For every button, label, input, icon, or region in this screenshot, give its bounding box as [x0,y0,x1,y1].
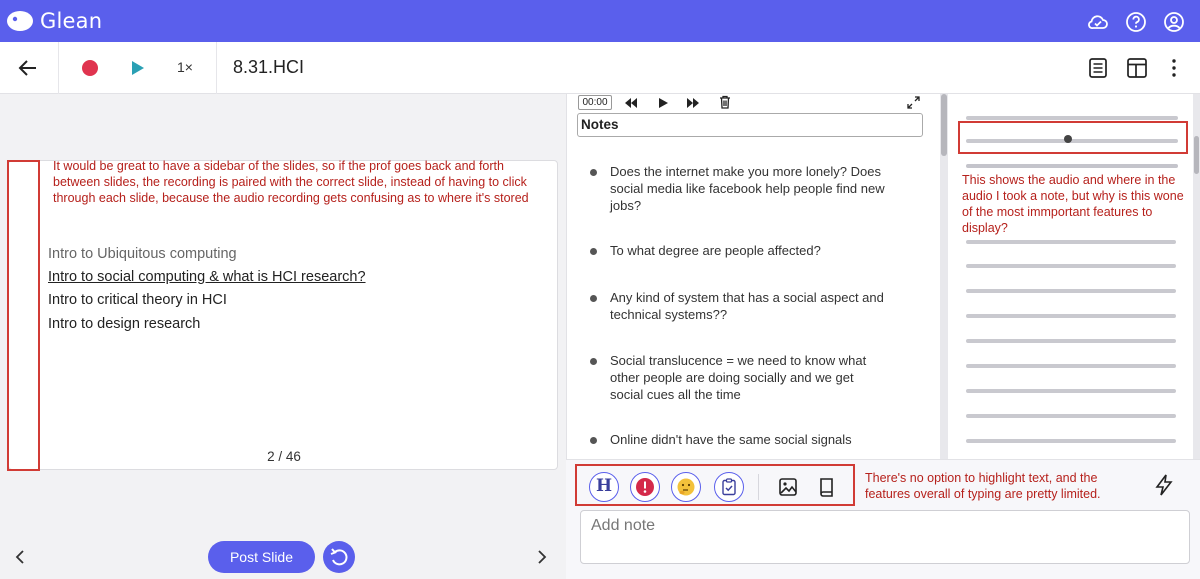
player-play-icon[interactable] [657,96,669,114]
bullet-icon [590,437,597,444]
notes-pane [566,94,940,459]
cloud-sync-icon[interactable] [1087,11,1109,33]
account-icon[interactable] [1163,11,1185,33]
notes-scrollbar-thumb[interactable] [941,94,947,156]
bullet-icon [590,248,597,255]
more-options-icon[interactable] [1166,57,1182,84]
note-text: Any kind of system that has a social asp… [610,290,884,322]
slide-sidebar-annotation: It would be great to have a sidebar of t… [53,159,529,205]
waveform-row[interactable] [966,314,1176,318]
waveform-row[interactable] [966,414,1176,418]
prev-slide-icon[interactable] [14,549,26,570]
waveform-row[interactable] [966,116,1178,120]
waveform-row[interactable] [966,364,1176,368]
expand-icon[interactable] [907,96,920,114]
back-arrow-icon[interactable] [17,57,39,84]
bullet-icon [590,169,597,176]
image-icon[interactable] [778,477,798,502]
slide-line: Intro to design research [48,316,201,332]
note-item[interactable]: Does the internet make you more lonely? … [590,163,890,214]
note-item[interactable]: Social translucence = we need to know wh… [590,352,890,403]
waveform-row[interactable] [966,339,1176,343]
slide-counter: 2 / 46 [267,449,301,464]
clipboard-check-icon [722,478,736,496]
slide-line: Intro to Ubiquitous computing [48,246,237,262]
thinking-face-icon [677,478,695,496]
format-divider [758,474,759,500]
layout-icon[interactable] [1126,57,1148,84]
recording-toolbar: 1× 8.31.HCI [0,42,1200,94]
book-icon[interactable] [818,477,836,502]
notes-title-field[interactable]: Notes [577,113,923,137]
important-button[interactable] [630,472,660,502]
transcript-icon[interactable] [1088,57,1108,84]
toolbar-divider [58,42,59,94]
waveform-row[interactable] [966,264,1176,268]
exclamation-icon [636,478,654,496]
notes-scrollbar[interactable] [940,94,948,459]
note-text: Online didn't have the same social signa… [610,432,852,447]
play-icon[interactable] [130,59,146,82]
rewind-icon[interactable] [624,96,638,114]
waveform-row[interactable] [966,240,1176,244]
sidebar-highlight-box [7,160,40,471]
help-icon[interactable] [1125,11,1147,33]
playback-speed[interactable]: 1× [177,59,193,75]
bullet-icon [590,295,597,302]
toolbar-divider [216,42,217,94]
fast-forward-icon[interactable] [686,96,700,114]
waveform-row[interactable] [966,439,1176,443]
note-item[interactable]: To what degree are people affected? [590,242,890,259]
heading-button[interactable]: H [589,472,619,502]
next-slide-icon[interactable] [536,549,548,570]
waveform-row[interactable] [966,389,1176,393]
note-item[interactable]: Any kind of system that has a social asp… [590,289,890,323]
record-icon[interactable] [81,59,99,82]
task-button[interactable] [714,472,744,502]
undo-icon [330,548,348,566]
post-slide-button[interactable]: Post Slide [208,541,315,573]
app-header: Glean [0,0,1200,42]
bullet-icon [590,358,597,365]
lightning-icon[interactable] [1154,474,1174,501]
app-name: Glean [40,9,103,33]
editor-annotation: There's no option to highlight text, and… [865,471,1101,501]
waveform-scrollbar[interactable] [1193,94,1200,459]
glean-logo[interactable]: Glean [6,8,102,34]
slide-line: Intro to social computing & what is HCI … [48,269,366,285]
player-time: 00:00 [578,95,612,110]
recording-title[interactable]: 8.31.HCI [233,57,304,78]
waveform-annotation: This shows the audio and where in the au… [962,173,1184,235]
note-item[interactable]: Online didn't have the same social signa… [590,431,890,448]
waveform-row[interactable] [966,164,1178,168]
note-text: Does the internet make you more lonely? … [610,164,885,213]
waveform-scrollbar-thumb[interactable] [1194,136,1199,174]
question-button[interactable] [671,472,701,502]
waveform-highlight-box [958,121,1188,154]
add-note-input[interactable]: Add note [580,510,1190,564]
slide-line: Intro to critical theory in HCI [48,292,227,308]
undo-button[interactable] [323,541,355,573]
note-text: To what degree are people affected? [610,243,821,258]
trash-icon[interactable] [719,95,731,114]
slide-card: It would be great to have a sidebar of t… [8,159,558,470]
note-text: Social translucence = we need to know wh… [610,353,867,402]
waveform-row[interactable] [966,289,1176,293]
glean-logo-icon [7,11,33,31]
